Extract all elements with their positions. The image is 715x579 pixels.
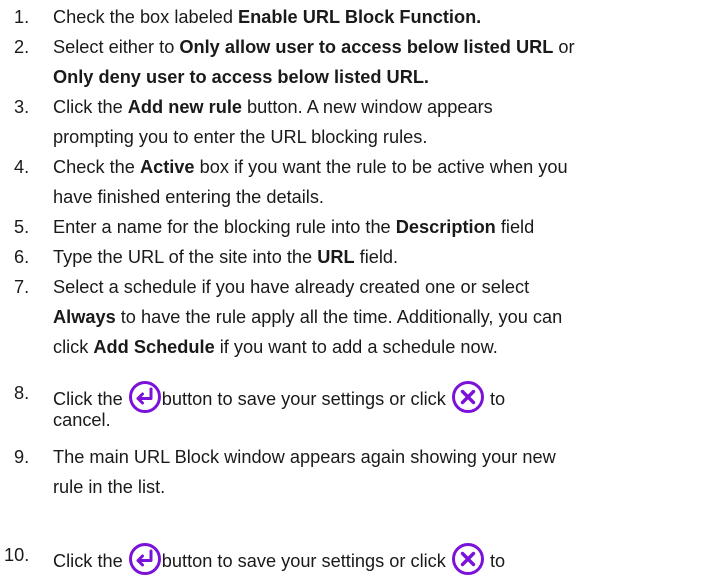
step-line: rule in the list. <box>53 474 165 500</box>
step-number: 5. <box>14 217 30 237</box>
step-line: Select a schedule if you have already cr… <box>53 274 529 300</box>
step-text: cancel. <box>53 410 111 430</box>
step-line: Only deny user to access below listed UR… <box>53 64 429 90</box>
save-return-icon <box>128 380 162 414</box>
step-number: 6. <box>14 247 30 267</box>
step-text: to <box>484 389 506 409</box>
step-line: Check the box labeled Enable URL Block F… <box>53 4 481 30</box>
step-line: The main URL Block window appears again … <box>53 444 556 470</box>
step-text: Click the <box>53 97 128 117</box>
step-text: box if you want the rule to be active wh… <box>194 157 568 177</box>
step-line: Select either to Only allow user to acce… <box>53 34 575 60</box>
bold-term: Only deny user to access below listed UR… <box>53 67 429 87</box>
bold-term: Description <box>395 217 496 237</box>
step-text: prompting you to enter the URL blocking … <box>53 127 428 147</box>
step-text: Check the box labeled <box>53 7 239 27</box>
cancel-x-icon <box>451 542 485 576</box>
step-line: click Add Schedule if you want to add a … <box>53 334 498 360</box>
step-line: Type the URL of the site into the URL fi… <box>53 244 398 270</box>
step-text: Select a schedule if you have already cr… <box>53 277 530 297</box>
step-text: field. <box>354 247 399 267</box>
step-number: 2. <box>14 37 30 57</box>
step-number: 7. <box>14 277 30 297</box>
step-line: have finished entering the details. <box>53 184 324 210</box>
step-text: Type the URL of the site into the <box>53 247 318 267</box>
step-text: or <box>553 37 575 57</box>
bold-term: Active <box>139 157 195 177</box>
step-text: Select either to <box>53 37 180 57</box>
bold-term: Add Schedule <box>93 337 215 357</box>
instruction-page: 1. Check the box labeled Enable URL Bloc… <box>0 0 715 579</box>
cancel-x-icon <box>451 380 485 414</box>
bold-term: Enable URL Block Function. <box>238 7 482 27</box>
step-text: have finished entering the details. <box>53 187 324 207</box>
step-line: Click the button to save your settings o… <box>53 380 505 414</box>
step-line: Click the button to save your settings o… <box>53 542 505 576</box>
bold-term: Always <box>53 307 116 327</box>
step-text: Enter a name for the blocking rule into … <box>53 217 396 237</box>
step-line: Enter a name for the blocking rule into … <box>53 214 534 240</box>
step-text: Check the <box>53 157 140 177</box>
step-text: Click the <box>53 551 128 571</box>
step-number: 1. <box>14 7 30 27</box>
step-line: Click the Add new rule button. A new win… <box>53 94 493 120</box>
step-line: Always to have the rule apply all the ti… <box>53 304 562 330</box>
step-number: 9. <box>14 447 30 467</box>
bold-term: Only allow user to access below listed U… <box>179 37 554 57</box>
step-text: to have the rule apply all the time. Add… <box>115 307 563 327</box>
bold-term: URL <box>317 247 355 267</box>
save-return-icon <box>128 542 162 576</box>
step-line: Check the Active box if you want the rul… <box>53 154 568 180</box>
step-line: prompting you to enter the URL blocking … <box>53 124 427 150</box>
step-text: to <box>484 551 506 571</box>
step-text: button to save your settings or click <box>161 551 451 571</box>
step-text: The main URL Block window appears again … <box>53 447 556 467</box>
step-text: Click the <box>53 389 128 409</box>
bold-term: Add new rule <box>127 97 242 117</box>
step-number: 4. <box>14 157 30 177</box>
step-text: field <box>495 217 535 237</box>
step-text: button to save your settings or click <box>161 389 451 409</box>
step-number: 8. <box>14 383 30 403</box>
step-text: button. A new window appears <box>241 97 493 117</box>
step-line: cancel. <box>53 407 111 433</box>
step-number: 10. <box>4 545 30 565</box>
step-text: if you want to add a schedule now. <box>214 337 498 357</box>
step-number: 3. <box>14 97 30 117</box>
step-text: rule in the list. <box>53 477 166 497</box>
step-text: click <box>53 337 94 357</box>
